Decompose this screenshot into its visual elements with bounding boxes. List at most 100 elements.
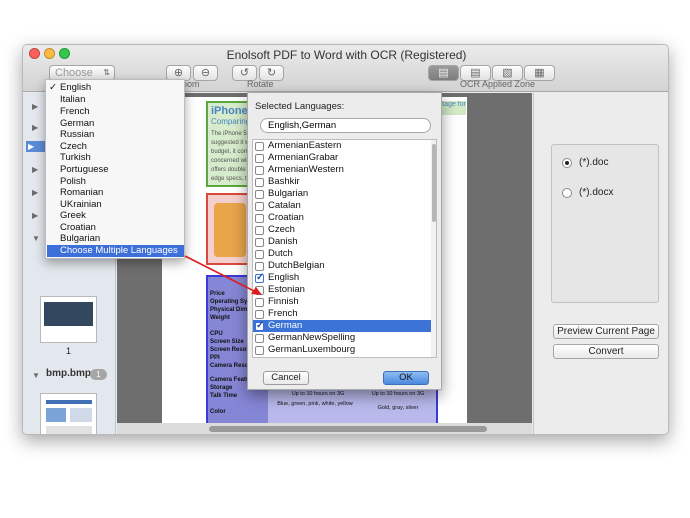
- language-list[interactable]: ArmenianEastern ArmenianGrabar ArmenianW…: [252, 139, 437, 358]
- language-row-armenianeastern[interactable]: ArmenianEastern: [253, 140, 431, 152]
- cancel-button[interactable]: Cancel: [263, 371, 309, 385]
- disclosure-down-icon[interactable]: ▼: [32, 234, 40, 243]
- checkbox[interactable]: [255, 226, 264, 235]
- language-row-germannewspelling[interactable]: GermanNewSpelling: [253, 332, 431, 344]
- menu-item-turkish[interactable]: Turkish: [60, 152, 91, 163]
- disclosure-triangle-icon[interactable]: ▶: [32, 102, 38, 111]
- window-title: Enolsoft PDF to Word with OCR (Registere…: [226, 48, 467, 62]
- disclosure-down-icon[interactable]: ▼: [32, 371, 40, 380]
- scrollbar-thumb[interactable]: [209, 426, 487, 432]
- language-row-armeniangrabar[interactable]: ArmenianGrabar: [253, 152, 431, 164]
- language-row-bashkir[interactable]: Bashkir: [253, 176, 431, 188]
- thumbnail-image: [46, 408, 66, 422]
- language-row-czech[interactable]: Czech: [253, 224, 431, 236]
- disclosure-triangle-icon[interactable]: ▶: [32, 165, 38, 174]
- menu-item-russian[interactable]: Russian: [60, 129, 94, 140]
- file-name[interactable]: bmp.bmp: [46, 368, 91, 379]
- checkbox[interactable]: [255, 262, 264, 271]
- disclosure-triangle-icon[interactable]: ▶: [32, 188, 38, 197]
- language-row-english[interactable]: English: [253, 272, 431, 284]
- rotate-right-icon: ↻: [266, 67, 277, 79]
- menu-item-german[interactable]: German: [60, 118, 94, 129]
- checkbox[interactable]: [255, 334, 264, 343]
- page-thumbnail[interactable]: [40, 393, 97, 434]
- checkbox[interactable]: [255, 250, 264, 259]
- checkbox[interactable]: [255, 310, 264, 319]
- language-row-german[interactable]: German: [253, 320, 431, 332]
- checkbox[interactable]: [255, 346, 264, 355]
- language-label: Bashkir: [268, 176, 300, 187]
- language-selection-dialog: Selected Languages: ArmenianEastern Arme…: [247, 92, 442, 390]
- selected-languages-field[interactable]: [260, 118, 431, 133]
- ocr-zone-auto-button[interactable]: ▤: [428, 65, 459, 81]
- doc-format-label: (*).doc: [579, 157, 609, 168]
- language-label: Estonian: [268, 284, 305, 295]
- checkbox[interactable]: [255, 142, 264, 151]
- language-row-estonian[interactable]: Estonian: [253, 284, 431, 296]
- menu-item-romanian[interactable]: Romanian: [60, 187, 103, 198]
- table-row-label: Weight: [210, 315, 230, 321]
- checkbox[interactable]: [255, 298, 264, 307]
- thumbnail-image: [44, 302, 93, 326]
- checkbox[interactable]: [255, 286, 264, 295]
- table-cell: Up to 10 hours on 3G: [371, 391, 425, 397]
- convert-button[interactable]: Convert: [553, 344, 659, 359]
- menu-item-croatian[interactable]: Croatian: [60, 222, 96, 233]
- language-row-danish[interactable]: Danish: [253, 236, 431, 248]
- page-thumbnail[interactable]: [40, 296, 97, 343]
- checkbox[interactable]: [255, 214, 264, 223]
- menu-item-greek[interactable]: Greek: [60, 210, 86, 221]
- language-row-bulgarian[interactable]: Bulgarian: [253, 188, 431, 200]
- rotate-left-icon: ↺: [239, 67, 250, 79]
- language-row-dutch[interactable]: Dutch: [253, 248, 431, 260]
- menu-item-italian[interactable]: Italian: [60, 94, 85, 105]
- disclosure-triangle-icon[interactable]: ▶: [32, 123, 38, 132]
- docx-format-radio[interactable]: [562, 188, 572, 198]
- disclosure-triangle-icon[interactable]: ▶: [32, 211, 38, 220]
- list-scrollbar-thumb[interactable]: [432, 144, 436, 222]
- text-zone-icon: ▤: [438, 67, 449, 79]
- menu-item-polish[interactable]: Polish: [60, 176, 86, 187]
- preview-current-page-button[interactable]: Preview Current Page: [553, 324, 659, 339]
- language-row-germanluxembourg[interactable]: GermanLuxembourg: [253, 344, 431, 356]
- checkbox[interactable]: [255, 166, 264, 175]
- menu-item-ukrainian[interactable]: UKrainian: [60, 199, 102, 210]
- horizontal-scrollbar[interactable]: [117, 423, 532, 434]
- menu-item-french[interactable]: French: [60, 106, 90, 117]
- table-row-label: Talk Time: [210, 393, 238, 399]
- language-row-dutchbelgian[interactable]: DutchBelgian: [253, 260, 431, 272]
- image-icon: ▧: [502, 67, 513, 79]
- language-row-french[interactable]: French: [253, 308, 431, 320]
- checkbox[interactable]: [255, 238, 264, 247]
- menu-item-portuguese[interactable]: Portuguese: [60, 164, 109, 175]
- document-line: budget, it come: [211, 149, 253, 155]
- ocr-zone-label: OCR Applied Zone: [460, 79, 536, 89]
- checkbox-checked[interactable]: [255, 272, 264, 284]
- phone-image: [214, 203, 246, 257]
- docx-format-label: (*).docx: [579, 187, 614, 198]
- language-label: Czech: [268, 224, 295, 235]
- document-line: offers double t: [211, 167, 249, 173]
- ok-button[interactable]: OK: [383, 371, 429, 385]
- thumbnail-heading: [46, 400, 92, 404]
- table-row-label: Screen Resolu: [210, 347, 252, 353]
- table-row-label: Screen Size: [210, 339, 244, 345]
- language-row-catalan[interactable]: Catalan: [253, 200, 431, 212]
- language-label: English: [268, 272, 300, 283]
- dialog-title: Selected Languages:: [255, 101, 345, 112]
- checkbox[interactable]: [255, 178, 264, 187]
- language-row-armenianwestern[interactable]: ArmenianWestern: [253, 164, 431, 176]
- checkbox-checked[interactable]: [255, 320, 264, 332]
- zoom-out-icon: ⊖: [200, 67, 211, 79]
- doc-format-radio[interactable]: [562, 158, 572, 168]
- menu-item-english[interactable]: English: [49, 82, 91, 93]
- language-row-finnish[interactable]: Finnish: [253, 296, 431, 308]
- menu-item-choose-multiple[interactable]: Choose Multiple Languages: [47, 245, 184, 257]
- menu-item-czech[interactable]: Czech: [60, 141, 87, 152]
- language-row-croatian[interactable]: Croatian: [253, 212, 431, 224]
- checkbox[interactable]: [255, 202, 264, 211]
- checkbox[interactable]: [255, 154, 264, 163]
- list-scrollbar[interactable]: [431, 140, 436, 357]
- checkbox[interactable]: [255, 190, 264, 199]
- menu-item-bulgarian[interactable]: Bulgarian: [60, 233, 100, 244]
